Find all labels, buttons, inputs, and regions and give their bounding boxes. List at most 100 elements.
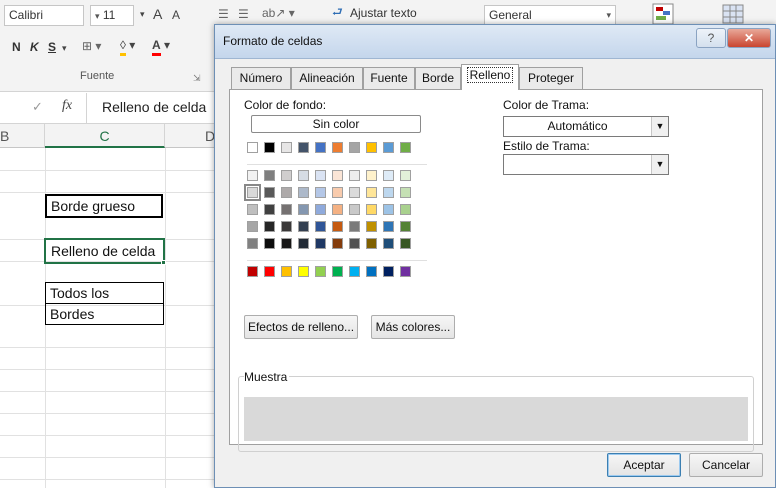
color-swatch[interactable] (281, 266, 292, 277)
color-swatch[interactable] (366, 187, 377, 198)
cell-c-selected[interactable]: Relleno de celda (44, 238, 165, 264)
color-swatch[interactable] (366, 266, 377, 277)
column-header-b[interactable]: B (0, 124, 45, 148)
font-size-box[interactable]: ▾ 11 (90, 5, 134, 26)
cell-c-thick-border[interactable]: Borde grueso (45, 194, 163, 218)
conditional-format-icon[interactable] (650, 2, 676, 26)
color-swatch[interactable] (400, 170, 411, 181)
color-swatch[interactable] (349, 187, 360, 198)
color-swatch[interactable] (247, 142, 258, 153)
tab-borde[interactable]: Borde (415, 67, 461, 89)
color-swatch[interactable] (281, 142, 292, 153)
font-color-icon[interactable]: A ▾ (152, 37, 170, 56)
enter-check-icon[interactable]: ✓ (32, 99, 43, 115)
color-swatch[interactable] (383, 266, 394, 277)
orientation-icon[interactable]: ab↗ ▾ (262, 5, 295, 21)
color-swatch[interactable] (383, 221, 394, 232)
pattern-style-select[interactable]: ▼ (503, 154, 669, 175)
borders-icon[interactable]: ⊞ ▾ (82, 38, 101, 54)
align-middle-icon[interactable]: ☰ (238, 6, 249, 22)
tab-fuente[interactable]: Fuente (363, 67, 415, 89)
insert-function-icon[interactable]: fx (62, 98, 72, 114)
color-swatch[interactable] (298, 221, 309, 232)
color-swatch[interactable] (383, 238, 394, 249)
number-format-box[interactable]: General ▾ (484, 5, 616, 26)
cancel-button[interactable]: Cancelar (689, 453, 763, 477)
color-swatch[interactable] (315, 204, 326, 215)
color-swatch[interactable] (315, 170, 326, 181)
grow-font-button[interactable]: A (153, 6, 162, 22)
color-swatch[interactable] (264, 238, 275, 249)
more-colors-button[interactable]: Más colores... (371, 315, 455, 339)
tab-alineacion[interactable]: Alineación (291, 67, 363, 89)
font-name-box[interactable]: Calibri (4, 5, 84, 26)
color-swatch[interactable] (366, 221, 377, 232)
color-swatch[interactable] (247, 238, 258, 249)
cell-c-all-borders-2[interactable]: Bordes (45, 303, 164, 325)
color-swatch[interactable] (332, 221, 343, 232)
color-swatch[interactable] (298, 170, 309, 181)
color-swatch[interactable] (366, 170, 377, 181)
color-swatch[interactable] (315, 142, 326, 153)
color-swatch[interactable] (315, 238, 326, 249)
size-dropdown-icon[interactable]: ▾ (140, 6, 145, 22)
pattern-color-select[interactable]: Automático ▼ (503, 116, 669, 137)
align-top-icon[interactable]: ☰ (218, 6, 229, 22)
color-swatch[interactable] (400, 142, 411, 153)
color-swatch[interactable] (298, 187, 309, 198)
color-swatch[interactable] (247, 221, 258, 232)
color-swatch[interactable] (332, 170, 343, 181)
color-swatch[interactable] (247, 170, 258, 181)
color-swatch[interactable] (281, 187, 292, 198)
color-swatch[interactable] (264, 142, 275, 153)
color-swatch[interactable] (332, 142, 343, 153)
color-swatch[interactable] (298, 204, 309, 215)
help-button[interactable]: ? (696, 28, 726, 48)
color-swatch[interactable] (281, 204, 292, 215)
color-swatch[interactable] (400, 266, 411, 277)
color-swatch[interactable] (383, 187, 394, 198)
color-swatch[interactable] (349, 170, 360, 181)
column-header-c[interactable]: C (45, 124, 165, 148)
color-swatch[interactable] (366, 204, 377, 215)
color-swatch[interactable] (315, 221, 326, 232)
color-swatch[interactable] (349, 238, 360, 249)
color-swatch[interactable] (349, 204, 360, 215)
color-swatch[interactable] (264, 170, 275, 181)
tab-proteger[interactable]: Proteger (519, 67, 583, 89)
color-swatch[interactable] (264, 221, 275, 232)
color-swatch[interactable] (349, 221, 360, 232)
dialog-title-bar[interactable]: Formato de celdas ? ✕ (215, 25, 775, 59)
fill-handle[interactable] (161, 260, 166, 265)
color-swatch[interactable] (332, 187, 343, 198)
no-color-button[interactable]: Sin color (251, 115, 421, 133)
color-swatch[interactable] (244, 184, 261, 201)
color-swatch[interactable] (366, 238, 377, 249)
color-swatch[interactable] (400, 238, 411, 249)
format-as-table-icon[interactable] (720, 2, 746, 26)
color-swatch[interactable] (400, 204, 411, 215)
color-swatch[interactable] (400, 221, 411, 232)
color-swatch[interactable] (366, 142, 377, 153)
color-swatch[interactable] (349, 266, 360, 277)
color-swatch[interactable] (383, 142, 394, 153)
bold-button[interactable]: N (12, 39, 21, 55)
color-swatch[interactable] (298, 266, 309, 277)
close-button[interactable]: ✕ (727, 28, 771, 48)
color-swatch[interactable] (315, 187, 326, 198)
ok-button[interactable]: Aceptar (607, 453, 681, 477)
color-swatch[interactable] (247, 266, 258, 277)
italic-button[interactable]: K (30, 39, 39, 55)
color-swatch[interactable] (383, 204, 394, 215)
font-dialog-launcher-icon[interactable]: ⇲ (193, 70, 201, 86)
color-swatch[interactable] (349, 142, 360, 153)
formula-input[interactable]: Relleno de celda (102, 99, 206, 115)
color-swatch[interactable] (281, 170, 292, 181)
color-swatch[interactable] (332, 266, 343, 277)
color-swatch[interactable] (332, 204, 343, 215)
color-swatch[interactable] (264, 266, 275, 277)
tab-numero[interactable]: Número (231, 67, 291, 89)
tab-relleno[interactable]: Relleno (461, 64, 519, 90)
cell-c-all-borders-1[interactable]: Todos los (45, 282, 164, 304)
fill-effects-button[interactable]: Efectos de relleno... (244, 315, 358, 339)
